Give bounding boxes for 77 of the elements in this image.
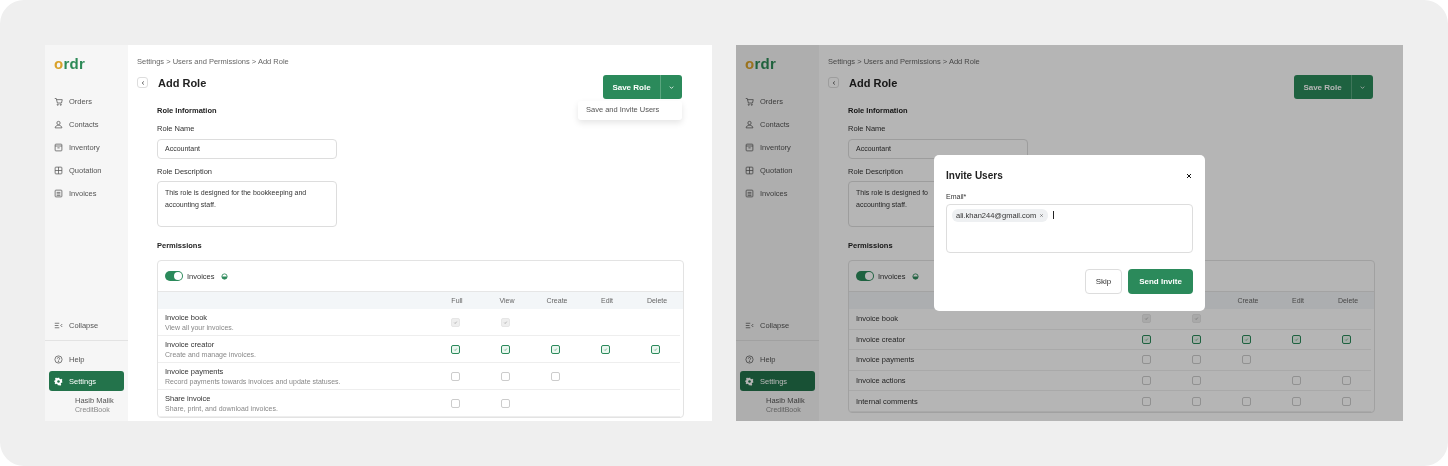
help-icon <box>745 354 754 364</box>
checkbox[interactable] <box>1291 396 1301 406</box>
half-circle-icon <box>911 272 919 280</box>
check-icon <box>453 346 459 352</box>
caret-icon <box>668 83 675 91</box>
dropdown-button[interactable] <box>1351 75 1373 99</box>
send-invite-button[interactable]: Send Invite <box>1128 269 1193 294</box>
checkbox[interactable] <box>1142 355 1152 365</box>
back-button[interactable] <box>137 77 148 88</box>
checkbox[interactable] <box>1242 355 1251 365</box>
collapse-icon <box>54 320 63 330</box>
checkbox[interactable] <box>1192 396 1202 406</box>
checkbox[interactable] <box>1142 334 1152 344</box>
grid-icon <box>54 165 63 175</box>
checkbox[interactable] <box>1192 355 1202 365</box>
checkbox[interactable] <box>551 371 560 381</box>
chevron-left-icon <box>139 79 146 86</box>
checkbox[interactable] <box>1291 334 1301 344</box>
checkbox[interactable] <box>1291 376 1301 386</box>
box-icon <box>54 142 63 152</box>
checkbox[interactable] <box>451 344 461 354</box>
logo: ordr <box>744 55 778 74</box>
checkbox[interactable] <box>501 344 511 354</box>
list-icon <box>745 188 754 198</box>
chevron-left-icon <box>830 79 837 86</box>
cart-icon <box>54 96 63 106</box>
list-icon <box>54 188 63 198</box>
check-icon <box>1194 336 1200 342</box>
checkbox[interactable] <box>1341 396 1351 406</box>
half-circle-icon <box>220 272 228 280</box>
dialog-title: Invite Users <box>946 170 1003 181</box>
check-icon <box>1293 336 1299 342</box>
page-title: Add Role <box>849 76 898 89</box>
help-icon <box>54 354 63 364</box>
remove-icon[interactable] <box>1039 213 1045 218</box>
checkbox[interactable] <box>1341 334 1351 344</box>
cart-icon <box>745 96 754 106</box>
checkbox[interactable] <box>451 398 461 408</box>
grid-icon <box>745 165 754 175</box>
person-icon <box>745 119 754 129</box>
checkbox[interactable] <box>1242 396 1251 406</box>
check-icon <box>1144 336 1150 342</box>
checkbox[interactable] <box>501 371 511 381</box>
checkbox[interactable] <box>1341 376 1351 386</box>
text-cursor <box>1053 211 1055 219</box>
save-button[interactable]: Save Role <box>603 75 660 99</box>
checkbox[interactable] <box>451 371 461 381</box>
check-icon <box>602 346 608 352</box>
checkbox[interactable] <box>551 344 560 354</box>
settings-icon <box>745 376 754 386</box>
checkbox[interactable] <box>501 398 511 408</box>
check-icon <box>652 346 658 352</box>
person-icon <box>54 119 63 129</box>
check-icon <box>503 346 509 352</box>
box-icon <box>745 142 754 152</box>
checkbox[interactable] <box>1192 376 1202 386</box>
checkbox[interactable] <box>1242 334 1251 344</box>
toggle-switch[interactable] <box>165 271 183 281</box>
back-button[interactable] <box>828 77 839 88</box>
dropdown-button[interactable] <box>660 75 682 99</box>
checkbox[interactable] <box>1142 376 1152 386</box>
toggle-switch[interactable] <box>856 271 874 281</box>
settings-icon <box>54 376 63 386</box>
caret-icon <box>1359 83 1366 91</box>
save-button[interactable]: Save Role <box>1294 75 1351 99</box>
check-icon <box>553 346 558 352</box>
page-title: Add Role <box>158 76 207 89</box>
checkbox[interactable] <box>600 344 610 354</box>
checkbox[interactable] <box>1142 396 1152 406</box>
close-icon[interactable] <box>1185 171 1193 180</box>
logo: ordr <box>53 55 87 74</box>
skip-button[interactable]: Skip <box>1085 269 1122 294</box>
checkbox[interactable] <box>650 344 660 354</box>
checkbox[interactable] <box>1192 334 1202 344</box>
collapse-icon <box>745 320 754 330</box>
check-icon <box>1244 336 1249 342</box>
check-icon <box>1343 336 1349 342</box>
